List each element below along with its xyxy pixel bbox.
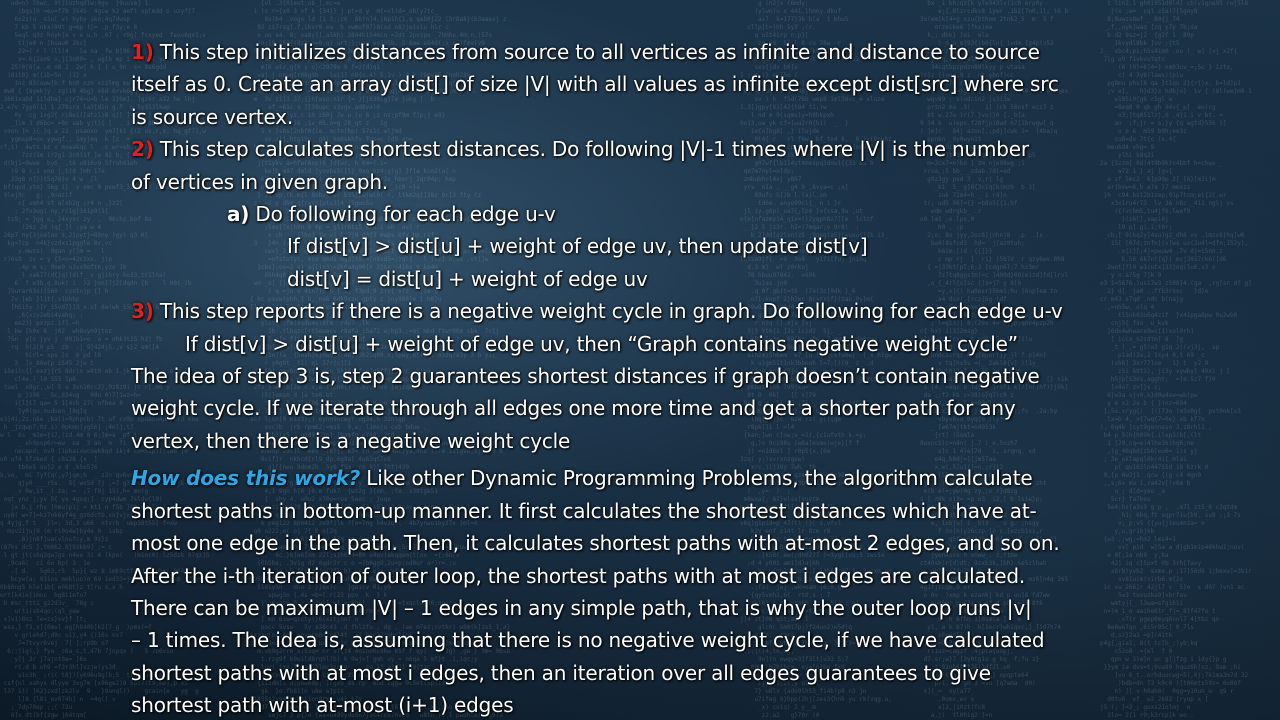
step-2a-condition: If dist[v] > dist[u] + weight of edge uv… — [287, 234, 868, 259]
step-1-line-2: itself as 0. Create an array dist[] of s… — [131, 72, 1059, 97]
how-line-8: shortest path with at-most (i+1) edges — [131, 693, 514, 718]
how-text-1: Like other Dynamic Programming Problems,… — [360, 466, 1033, 491]
step-3-line-1: 3) This step reports if there is a negat… — [131, 295, 1251, 327]
step-1-number: 1) — [131, 40, 154, 64]
step-1-line-1: 1) This step initializes distances from … — [131, 36, 1251, 68]
how-line-1: How does this work? Like other Dynamic P… — [131, 462, 1251, 494]
step-3-number: 3) — [131, 299, 154, 324]
step-1-text: This step initializes distances from sou… — [153, 40, 1040, 64]
step-2a-assignment: dist[v] = dist[u] + weight of edge uv — [287, 266, 648, 291]
step-2a-line: a) Do following for each edge u-v — [131, 198, 1251, 230]
how-line-3: most one edge in the path. Then, it calc… — [131, 531, 1060, 556]
step-2a-label: a) — [227, 202, 250, 227]
how-line-6: – 1 times. The idea is, assuming that th… — [131, 628, 1045, 653]
how-line-5: There can be maximum |V| – 1 edges in an… — [131, 595, 1032, 620]
step-1-line-3: is source vertex. — [131, 104, 294, 129]
how-line-4: After the i-th iteration of outer loop, … — [131, 563, 1025, 588]
step-2a-text: Do following for each edge u-v — [249, 202, 556, 227]
step-2-text: This step calculates shortest distances.… — [153, 137, 1029, 162]
idea-line-2: weight cycle. If we iterate through all … — [131, 396, 1016, 421]
how-line-2: shortest paths in bottom-up manner. It f… — [131, 498, 1037, 523]
idea-line-1: The idea of step 3 is, step 2 guarantees… — [131, 364, 1040, 389]
step-3-line-2: If dist[v] > dist[u] + weight of edge uv… — [185, 331, 1018, 356]
how-line-7: shortest paths with at most i edges, the… — [131, 660, 991, 685]
how-heading: How does this work? — [131, 466, 361, 491]
step-2-line-2: of vertices in given graph. — [131, 169, 388, 194]
step-2-number: 2) — [131, 137, 154, 162]
step-2-line-1: 2) This step calculates shortest distanc… — [131, 133, 1251, 165]
step-3-text: This step reports if there is a negative… — [153, 299, 1063, 324]
slide-content: 1) This step initializes distances from … — [131, 36, 1251, 720]
idea-line-3: vertex, then there is a negative weight … — [131, 428, 571, 453]
